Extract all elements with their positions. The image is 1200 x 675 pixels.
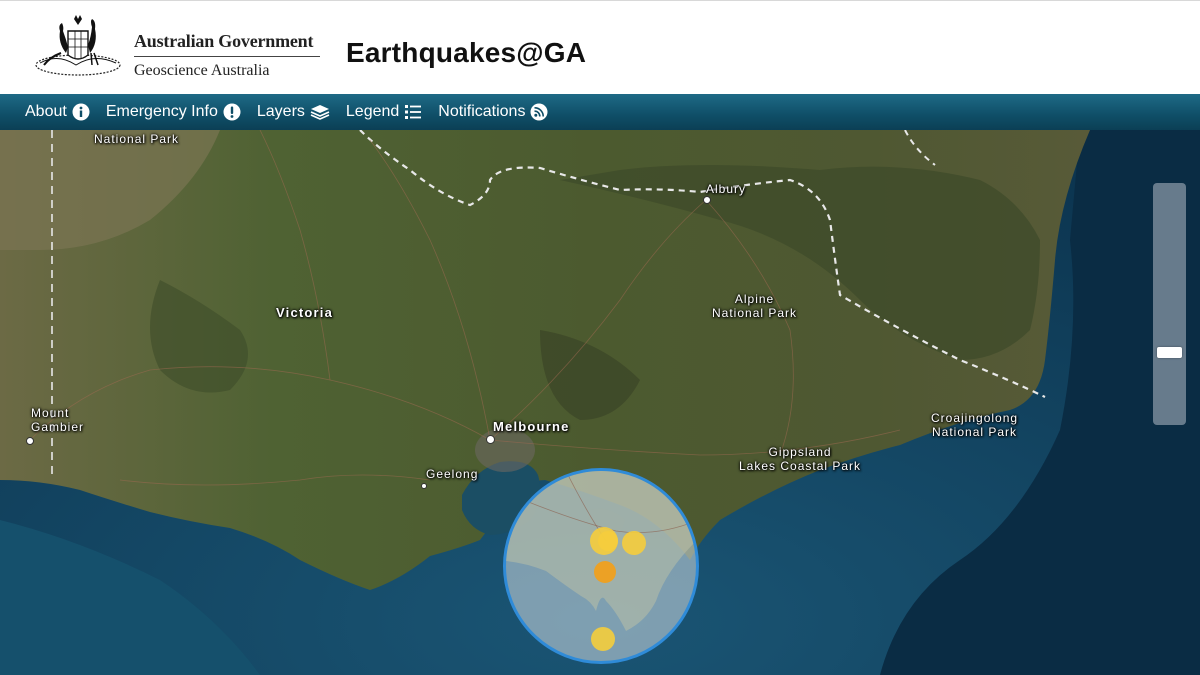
alpine-line2: National Park — [712, 306, 798, 320]
mount-gambier-marker — [26, 437, 34, 445]
mount-gambier-line1: Mount — [31, 406, 70, 420]
place-label-melbourne: Melbourne — [493, 419, 570, 434]
zoom-slider-track[interactable] — [1153, 183, 1186, 425]
geelong-marker — [421, 483, 427, 489]
earthquake-marker[interactable] — [591, 627, 615, 651]
melbourne-marker — [486, 435, 495, 444]
place-label-national-park: National Park — [94, 132, 180, 146]
nav-layers[interactable]: Layers — [257, 103, 330, 121]
earthquake-marker[interactable] — [594, 561, 616, 583]
place-label-croajingolong: Croajingolong National Park — [931, 411, 1018, 439]
list-icon — [405, 105, 422, 119]
earthquake-cluster-lens[interactable] — [503, 468, 699, 664]
croajingolong-line1: Croajingolong — [931, 411, 1019, 425]
place-label-geelong: Geelong — [426, 467, 479, 481]
mount-gambier-line2: Gambier — [31, 420, 85, 434]
main-nav: About Emergency Info Layers Legend Notif… — [0, 94, 1200, 130]
place-label-victoria: Victoria — [276, 305, 334, 320]
layers-icon — [310, 105, 330, 120]
zoom-slider-handle[interactable] — [1157, 347, 1182, 358]
gippsland-line1: Gippsland — [768, 445, 832, 459]
site-header: Australian Government Geoscience Austral… — [0, 0, 1200, 94]
place-label-albury: Albury — [706, 182, 747, 196]
nav-layers-label: Layers — [256, 103, 305, 120]
croajingolong-line2: National Park — [932, 425, 1018, 439]
nav-emergency-info[interactable]: Emergency Info — [106, 103, 241, 121]
app-title: Earthquakes@GA — [346, 37, 587, 68]
nav-emergency-info-label: Emergency Info — [105, 103, 218, 120]
nav-legend-label: Legend — [345, 103, 400, 120]
agency-name: Geoscience Australia — [134, 62, 270, 79]
nav-about-label: About — [25, 103, 67, 120]
government-name: Australian Government — [134, 31, 314, 51]
earthquake-marker[interactable] — [598, 531, 618, 551]
info-icon — [72, 103, 90, 121]
alpine-line1: Alpine — [734, 292, 775, 306]
place-label-alpine-np: Alpine National Park — [712, 292, 797, 320]
alert-icon — [223, 103, 241, 121]
albury-marker — [703, 196, 711, 204]
nav-notifications-label: Notifications — [438, 103, 526, 120]
branding-divider — [134, 56, 320, 57]
gippsland-line2: Lakes Coastal Park — [739, 459, 862, 473]
government-branding: Australian Government Geoscience Austral… — [134, 31, 320, 80]
nav-about[interactable]: About — [25, 103, 90, 121]
nav-notifications[interactable]: Notifications — [438, 103, 548, 121]
place-label-gippsland-lakes: Gippsland Lakes Coastal Park — [739, 445, 861, 473]
coat-of-arms-logo[interactable] — [28, 13, 128, 83]
rss-icon — [530, 103, 548, 121]
earthquake-marker[interactable] — [622, 531, 646, 555]
place-label-mount-gambier: Mount Gambier — [31, 406, 84, 434]
nav-legend[interactable]: Legend — [346, 103, 422, 121]
